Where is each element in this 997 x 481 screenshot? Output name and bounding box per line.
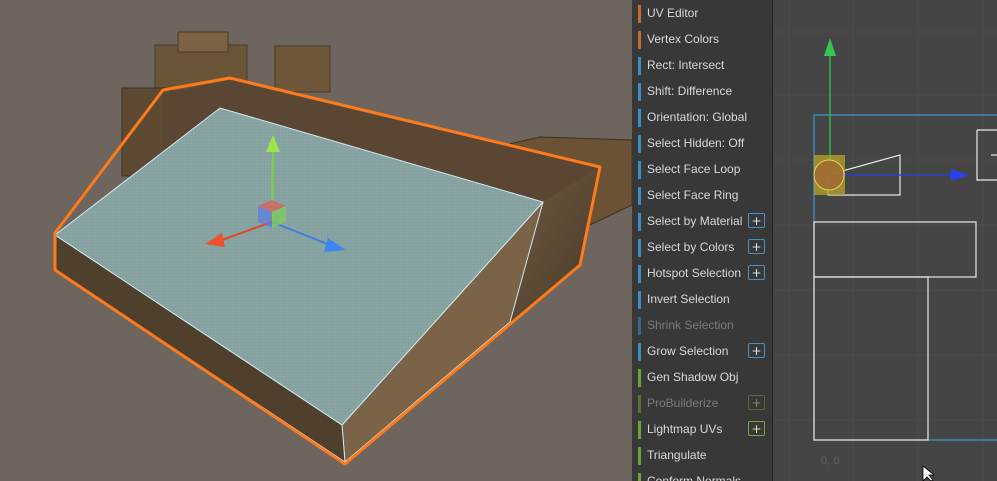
tool-select-hidden-off-button[interactable]: Select Hidden: Off [634, 132, 770, 155]
tool-category-marker [638, 135, 641, 153]
tool-uv-editor-button[interactable]: UV Editor [634, 2, 770, 25]
tool-triangulate-button[interactable]: Triangulate [634, 444, 770, 467]
tool-rect-intersect-button[interactable]: Rect: Intersect [634, 54, 770, 77]
tool-category-marker [638, 57, 641, 75]
tool-label: Triangulate [647, 448, 707, 462]
tool-label: ProBuilderize [647, 396, 719, 410]
tool-category-marker [638, 317, 641, 335]
tool-label: Gen Shadow Obj [647, 370, 739, 384]
tool-shift-difference-button[interactable]: Shift: Difference [634, 80, 770, 103]
tool-options-plus-icon[interactable]: + [748, 421, 765, 436]
tool-label: Vertex Colors [647, 32, 720, 46]
tool-category-marker [638, 395, 641, 413]
scene-canvas[interactable] [0, 0, 632, 481]
tool-label: Rect: Intersect [647, 58, 725, 72]
uv-editor-viewport[interactable]: 0, 0 [773, 0, 997, 481]
tool-label: UV Editor [647, 6, 699, 20]
tool-vertex-colors-button[interactable]: Vertex Colors [634, 28, 770, 51]
uv-coordinate-readout: 0, 0 [821, 455, 840, 467]
tool-gen-shadow-obj-button[interactable]: Gen Shadow Obj [634, 366, 770, 389]
tool-category-marker [638, 83, 641, 101]
tool-category-marker [638, 239, 641, 257]
tool-hotspot-selection-button[interactable]: Hotspot Selection + [634, 262, 770, 285]
tool-orientation-global-button[interactable]: Orientation: Global [634, 106, 770, 129]
tool-category-marker [638, 5, 641, 23]
tool-grow-selection-button[interactable]: Grow Selection + [634, 340, 770, 363]
uv-move-gizmo[interactable] [813, 38, 969, 195]
tool-label: Select by Colors [647, 240, 735, 254]
tool-select-face-loop-button[interactable]: Select Face Loop [634, 158, 770, 181]
tool-category-marker [638, 447, 641, 465]
tool-category-marker [638, 213, 641, 231]
tool-conform-normals-button[interactable]: Conform Normals [634, 470, 770, 481]
tool-label: Select Hidden: Off [647, 136, 745, 150]
tool-shrink-selection-button[interactable]: Shrink Selection [634, 314, 770, 337]
tool-label: Select by Material [647, 214, 743, 228]
uv-grid [773, 0, 997, 481]
tool-category-marker [638, 187, 641, 205]
tool-options-plus-icon[interactable]: + [748, 213, 765, 228]
uv-canvas[interactable] [773, 0, 997, 481]
tool-label: Conform Normals [647, 474, 742, 481]
tool-category-marker [638, 161, 641, 179]
probuilder-tool-panel: UV Editor Vertex Colors Rect: Intersect Shi… [632, 0, 773, 481]
uv-right-arrow-icon[interactable] [951, 169, 969, 181]
tool-options-plus-icon[interactable]: + [748, 265, 765, 280]
tool-category-marker [638, 473, 641, 481]
tool-category-marker [638, 265, 641, 283]
tool-label: Select Face Ring [647, 188, 739, 202]
tool-category-marker [638, 369, 641, 387]
tool-label: Select Face Loop [647, 162, 741, 176]
uv-up-arrow-icon[interactable] [824, 38, 836, 56]
tool-category-marker [638, 421, 641, 439]
tool-options-plus-icon[interactable]: + [748, 239, 765, 254]
tool-lightmap-uvs-button[interactable]: Lightmap UVs + [634, 418, 770, 441]
tool-label: Hotspot Selection [647, 266, 742, 280]
tool-select-by-material-button[interactable]: Select by Material + [634, 210, 770, 233]
mouse-cursor-icon [922, 465, 936, 481]
tool-probuilderize-button[interactable]: ProBuilderize + [634, 392, 770, 415]
tool-label: Shift: Difference [647, 84, 733, 98]
tool-options-plus-icon[interactable]: + [748, 343, 765, 358]
tool-label: Shrink Selection [647, 318, 734, 332]
tool-category-marker [638, 291, 641, 309]
tool-label: Grow Selection [647, 344, 729, 358]
uv-rotate-handle[interactable] [813, 159, 845, 191]
tool-select-face-ring-button[interactable]: Select Face Ring [634, 184, 770, 207]
tool-invert-selection-button[interactable]: Invert Selection [634, 288, 770, 311]
scene-view[interactable] [0, 0, 632, 481]
tool-options-plus-icon[interactable]: + [748, 395, 765, 410]
uv-shell[interactable] [813, 276, 929, 441]
tool-label: Lightmap UVs [647, 422, 723, 436]
tool-category-marker [638, 31, 641, 49]
tool-label: Invert Selection [647, 292, 730, 306]
tool-label: Orientation: Global [647, 110, 748, 124]
tool-category-marker [638, 109, 641, 127]
uv-shell[interactable] [813, 221, 977, 278]
tool-select-by-colors-button[interactable]: Select by Colors + [634, 236, 770, 259]
tool-category-marker [638, 343, 641, 361]
